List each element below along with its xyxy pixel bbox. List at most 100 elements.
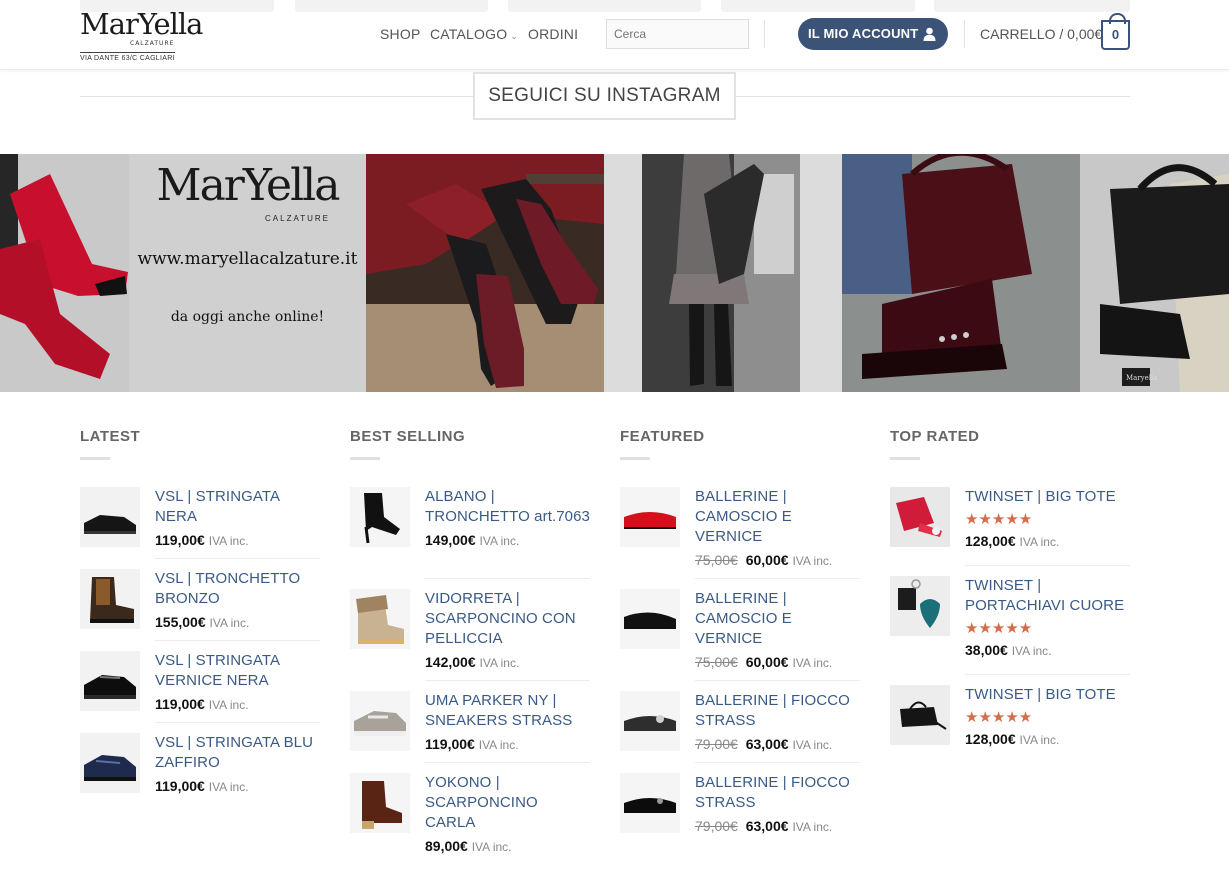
nav-catalogo[interactable]: CATALOGO ⌄ [430,26,518,42]
item-divider [425,578,590,579]
column-title: BEST SELLING [350,428,466,445]
tax-label: IVA inc. [478,738,519,752]
product-name[interactable]: YOKONO | SCARPONCINO CARLA [425,773,590,833]
product-price: 60,00€ [745,552,789,568]
instagram-gallery: MarYella CALZATURE www.maryellacalzature… [0,154,1229,392]
product-thumbnail[interactable] [350,487,410,547]
product-name[interactable]: VSL | STRINGATA NERA [155,487,320,527]
price-row: 119,00€ IVA inc. [155,694,320,715]
instagram-photo-black-bag[interactable]: Maryella [1080,154,1229,392]
product-thumbnail[interactable] [620,691,680,751]
product-name[interactable]: VSL | TRONCHETTO BRONZO [155,569,320,609]
tax-label: IVA inc. [208,780,249,794]
nav-shop[interactable]: SHOP [380,26,420,42]
tax-label: IVA inc. [471,840,512,854]
logo-address: VIA DANTE 63/C CAGLIARI [80,52,175,62]
tax-label: IVA inc. [1019,733,1060,747]
instagram-photo-burgundy-boots[interactable] [366,154,604,392]
product-thumbnail[interactable] [890,487,950,547]
rating-stars: ★★★★★ [965,709,1033,726]
product-name[interactable]: BALLERINE | FIOCCO STRASS [695,773,860,813]
my-account-button[interactable]: IL MIO ACCOUNT [798,18,948,50]
promo-url: www.maryellacalzature.it [137,249,358,269]
title-underline [80,457,110,460]
product-thumbnail[interactable] [890,685,950,745]
product-info: BALLERINE | FIOCCO STRASS 79,00€ 63,00€ … [695,691,860,755]
column-top-rated: TOP RATED TWINSET | BIG TOTE ★★★★★ 128,0… [890,428,1130,747]
product-thumbnail[interactable] [350,773,410,833]
product-thumbnail[interactable] [80,651,140,711]
instagram-heading: SEGUICI SU INSTAGRAM [473,72,736,120]
top-strip [721,0,915,12]
price-row: 75,00€ 60,00€ IVA inc. [695,550,860,571]
promo-logo: MarYella [156,160,341,211]
product-name[interactable]: TWINSET | BIG TOTE [965,487,1130,507]
product-name[interactable]: VSL | STRINGATA VERNICE NERA [155,651,320,691]
item-divider [965,565,1130,566]
product-name[interactable]: UMA PARKER NY | SNEAKERS STRASS [425,691,590,731]
product-price: 142,00€ [425,654,476,670]
product-thumbnail[interactable] [80,733,140,793]
price-row: 128,00€ IVA inc. [965,729,1130,750]
instagram-photo-woman-store[interactable] [604,154,842,392]
price-row: 79,00€ 63,00€ IVA inc. [695,816,860,837]
product-info: VSL | STRINGATA BLU ZAFFIRO 119,00€ IVA … [155,733,320,797]
tax-label: IVA inc. [208,534,249,548]
product-thumbnail[interactable] [350,589,410,649]
product-price: 63,00€ [745,736,789,752]
product-info: TWINSET | BIG TOTE ★★★★★ 128,00€ IVA inc… [965,685,1130,750]
price-row: 142,00€ IVA inc. [425,652,590,673]
site-logo[interactable]: MarYella CALZATURE VIA DANTE 63/C CAGLIA… [80,6,203,64]
product-name[interactable]: BALLERINE | CAMOSCIO E VERNICE [695,589,860,649]
product-thumbnail[interactable] [620,589,680,649]
instagram-photo-red-boots[interactable] [0,154,129,392]
top-strip [508,0,701,12]
product-name[interactable]: VSL | STRINGATA BLU ZAFFIRO [155,733,320,773]
column-best-selling: BEST SELLING ALBANO | TRONCHETTO art.706… [350,428,590,854]
product-price: 63,00€ [745,818,789,834]
item-divider [965,674,1130,675]
site-header: MarYella CALZATURE VIA DANTE 63/C CAGLIA… [0,0,1229,70]
cart-count: 0 [1111,27,1120,42]
product-price: 155,00€ [155,614,206,630]
title-underline [350,457,380,460]
instagram-photo-promo[interactable]: MarYella CALZATURE www.maryellacalzature… [129,154,366,392]
item-divider [695,762,860,763]
product-info: BALLERINE | CAMOSCIO E VERNICE 75,00€ 60… [695,589,860,673]
product-name[interactable]: VIDORRETA | SCARPONCINO CON PELLICCIA [425,589,590,649]
product-thumbnail[interactable] [620,773,680,833]
product-name[interactable]: BALLERINE | CAMOSCIO E VERNICE [695,487,860,547]
product-thumbnail[interactable] [80,569,140,629]
product-thumbnail[interactable] [890,576,950,636]
product-info: ALBANO | TRONCHETTO art.7063 149,00€ IVA… [425,487,590,551]
product-thumbnail[interactable] [620,487,680,547]
old-price: 75,00€ [695,654,738,670]
promo-card: MarYella CALZATURE www.maryellacalzature… [129,154,366,392]
instagram-photo-bag-shoes[interactable] [842,154,1080,392]
price-row: 119,00€ IVA inc. [425,734,590,755]
item-divider [155,558,320,559]
nav-ordini[interactable]: ORDINI [528,26,578,42]
product-info: VSL | TRONCHETTO BRONZO 155,00€ IVA inc. [155,569,320,633]
cart-link[interactable]: CARRELLO / 0,00€ [980,26,1102,42]
price-row: 75,00€ 60,00€ IVA inc. [695,652,860,673]
product-info: BALLERINE | FIOCCO STRASS 79,00€ 63,00€ … [695,773,860,837]
product-price: 128,00€ [965,731,1016,747]
tax-label: IVA inc. [792,738,833,752]
product-info: VIDORRETA | SCARPONCINO CON PELLICCIA 14… [425,589,590,673]
item-divider [155,640,320,641]
price-row: 128,00€ IVA inc. [965,531,1130,552]
column-title: LATEST [80,428,141,445]
chevron-down-icon: ⌄ [510,31,519,41]
product-name[interactable]: BALLERINE | FIOCCO STRASS [695,691,860,731]
product-name[interactable]: TWINSET | BIG TOTE [965,685,1130,705]
search-input[interactable] [606,19,749,49]
product-thumbnail[interactable] [350,691,410,751]
product-price: 119,00€ [155,696,205,712]
cart-bag-icon[interactable]: 0 [1101,13,1130,50]
product-info: TWINSET | PORTACHIAVI CUORE ★★★★★ 38,00€… [965,576,1130,661]
product-name[interactable]: ALBANO | TRONCHETTO art.7063 [425,487,590,527]
product-name[interactable]: TWINSET | PORTACHIAVI CUORE [965,576,1130,616]
product-thumbnail[interactable] [80,487,140,547]
price-row: 149,00€ IVA inc. [425,530,590,551]
